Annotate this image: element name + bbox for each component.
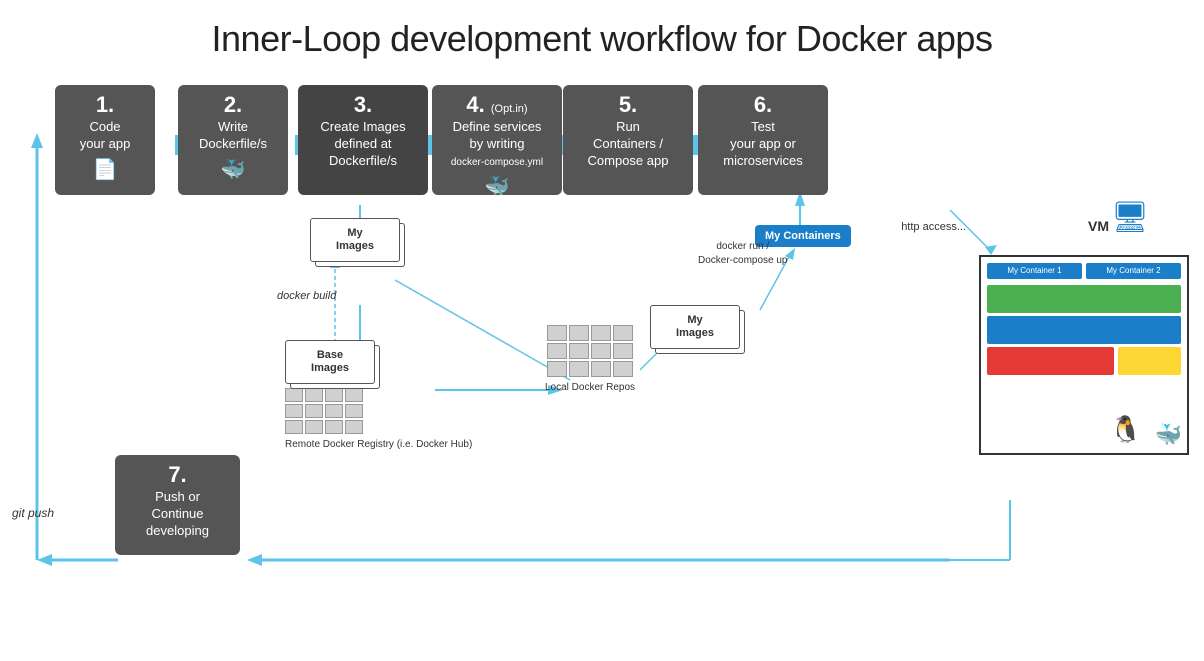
workflow-area: 1. Codeyour app 📄 2. WriteDockerfile/s 🐳… (0, 70, 1204, 590)
registry-area: BaseImages Remote Docker Registry (i.e. … (285, 340, 472, 452)
step1-label: Codeyour app (61, 119, 149, 153)
step-4: 4. (Opt.in) Define servicesby writingdoc… (432, 85, 562, 195)
my-images-mid-label: MyImages (650, 305, 740, 349)
step5-number: 5. (569, 93, 687, 117)
http-access-label: http access... (901, 220, 966, 235)
step-3: 3. Create Imagesdefined atDockerfile/s (298, 85, 428, 195)
step2-number: 2. (184, 93, 282, 117)
step3-number: 3. (304, 93, 422, 117)
step-7: 7. Push orContinuedeveloping (115, 455, 240, 555)
vm-label: VM (1088, 218, 1109, 234)
base-images-label: BaseImages (285, 340, 375, 384)
linux-icon: 🐧 (1110, 414, 1142, 445)
docker-build-label: docker build (277, 290, 336, 302)
step2-label: WriteDockerfile/s (184, 119, 282, 153)
step6-label: Testyour app ormicroservices (704, 119, 822, 170)
monitor-icon: 🖥 (1111, 200, 1149, 235)
docker-run-label: docker run /Docker-compose up (698, 240, 787, 268)
step-2: 2. WriteDockerfile/s 🐳 (178, 85, 288, 195)
registry-label: Remote Docker Registry (i.e. Docker Hub) (285, 438, 472, 452)
page-title: Inner-Loop development workflow for Dock… (0, 0, 1204, 70)
container2-label: My Container 2 (1086, 263, 1181, 279)
step-1: 1. Codeyour app 📄 (55, 85, 155, 195)
step1-icon: 📄 (61, 157, 149, 182)
my-images-mid: MyImages (650, 305, 740, 349)
step-6: 6. Testyour app ormicroservices (698, 85, 828, 195)
git-push-label: git push (12, 506, 54, 520)
step2-icon: 🐳 (184, 157, 282, 182)
my-images-top: MyImages (310, 218, 400, 262)
step5-label: RunContainers /Compose app (569, 119, 687, 170)
step3-label: Create Imagesdefined atDockerfile/s (304, 119, 422, 170)
local-repos-label: Local Docker Repos (545, 381, 635, 395)
local-repos-area: Local Docker Repos (545, 325, 635, 395)
container1-label: My Container 1 (987, 263, 1082, 279)
step1-number: 1. (61, 93, 149, 117)
step-5: 5. RunContainers /Compose app (563, 85, 693, 195)
docker-icon: 🐳 (1155, 422, 1182, 448)
vm-box: My Container 1 My Container 2 🐧 🐳 (979, 255, 1189, 455)
my-images-top-label: MyImages (310, 218, 400, 262)
step7-number: 7. (121, 463, 234, 487)
step7-label: Push orContinuedeveloping (121, 489, 234, 540)
step4-icon: 🐳 (438, 174, 556, 199)
step6-number: 6. (704, 93, 822, 117)
step4-label: Define servicesby writingdocker-compose.… (438, 119, 556, 170)
step4-number: 4. (Opt.in) (438, 93, 556, 117)
